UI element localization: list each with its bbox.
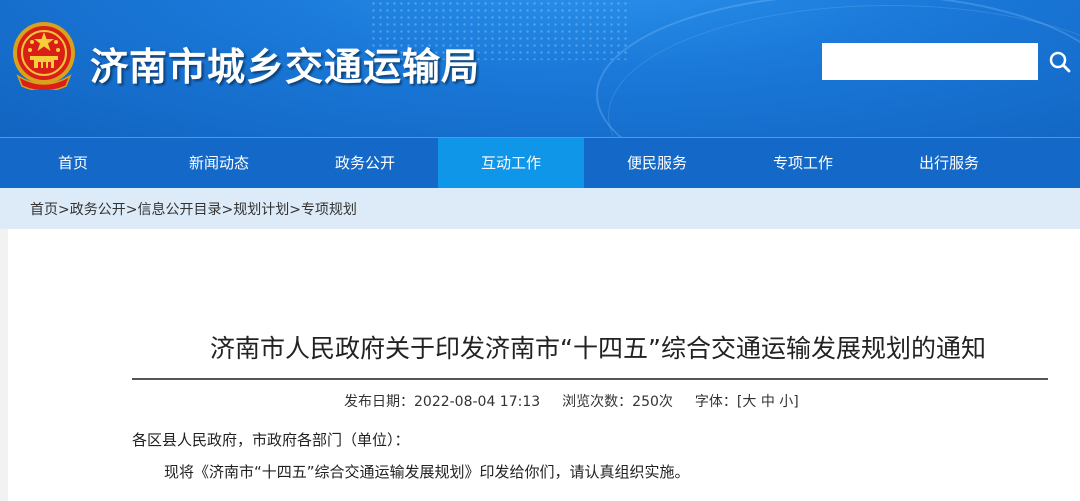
article-meta: 发布日期：2022-08-04 17:13 浏览次数：250次 字体：[大 中 小] bbox=[344, 391, 799, 411]
publish-date: 2022-08-04 17:13 bbox=[414, 394, 541, 410]
font-size-large-button[interactable]: 大 bbox=[742, 394, 756, 410]
breadcrumb-separator: > bbox=[289, 202, 301, 218]
breadcrumb-separator: > bbox=[58, 202, 70, 218]
nav-item-interaction[interactable]: 互动工作 bbox=[438, 138, 584, 188]
article-body-paragraph: 现将《济南市“十四五”综合交通运输发展规划》印发给你们，请认真组织实施。 bbox=[164, 463, 690, 481]
nav-item-home[interactable]: 首页 bbox=[0, 138, 146, 188]
breadcrumb-bar: 首页>政务公开>信息公开目录>规划计划>专项规划 bbox=[0, 188, 1080, 229]
breadcrumb-separator: > bbox=[125, 202, 138, 218]
nav-item-special-work[interactable]: 专项工作 bbox=[730, 138, 876, 188]
article-salutation: 各区县人民政府，市政府各部门（单位）： bbox=[132, 431, 410, 449]
view-count-label: 浏览次数： bbox=[562, 394, 633, 410]
article-title: 济南市人民政府关于印发济南市“十四五”综合交通运输发展规划的通知 bbox=[210, 334, 986, 363]
title-divider bbox=[132, 378, 1048, 380]
breadcrumb-item-planning[interactable]: 规划计划 bbox=[233, 202, 289, 218]
view-count: 250次 bbox=[632, 394, 673, 410]
font-size-label: 字体： bbox=[694, 394, 737, 410]
breadcrumb-item-government-affairs[interactable]: 政务公开 bbox=[70, 202, 126, 218]
search-input[interactable] bbox=[822, 43, 1038, 80]
breadcrumb: 首页>政务公开>信息公开目录>规划计划>专项规划 bbox=[30, 199, 357, 219]
national-emblem-icon bbox=[13, 22, 75, 90]
font-size-bracket-close: ] bbox=[793, 394, 799, 410]
breadcrumb-item-info-catalog[interactable]: 信息公开目录 bbox=[137, 202, 221, 218]
site-title: 济南市城乡交通运输局 bbox=[90, 45, 481, 89]
breadcrumb-item-home[interactable]: 首页 bbox=[30, 202, 58, 218]
site-header: 济南市城乡交通运输局 bbox=[0, 0, 1080, 137]
font-size-medium-button[interactable]: 中 bbox=[761, 394, 775, 410]
breadcrumb-separator: > bbox=[221, 202, 234, 218]
nav-item-government-affairs[interactable]: 政务公开 bbox=[292, 138, 438, 188]
font-size-small-button[interactable]: 小 bbox=[779, 394, 793, 410]
nav-item-news[interactable]: 新闻动态 bbox=[146, 138, 292, 188]
main-nav: 首页 新闻动态 政务公开 互动工作 便民服务 专项工作 出行服务 bbox=[0, 137, 1080, 188]
search-icon bbox=[1049, 51, 1071, 73]
search-button[interactable] bbox=[1040, 43, 1080, 80]
nav-item-public-services[interactable]: 便民服务 bbox=[584, 138, 730, 188]
article-container: 济南市人民政府关于印发济南市“十四五”综合交通运输发展规划的通知 发布日期：20… bbox=[8, 229, 1080, 501]
publish-date-label: 发布日期： bbox=[344, 394, 414, 410]
nav-item-travel-services[interactable]: 出行服务 bbox=[876, 138, 1022, 188]
breadcrumb-item-special-planning[interactable]: 专项规划 bbox=[301, 202, 357, 218]
